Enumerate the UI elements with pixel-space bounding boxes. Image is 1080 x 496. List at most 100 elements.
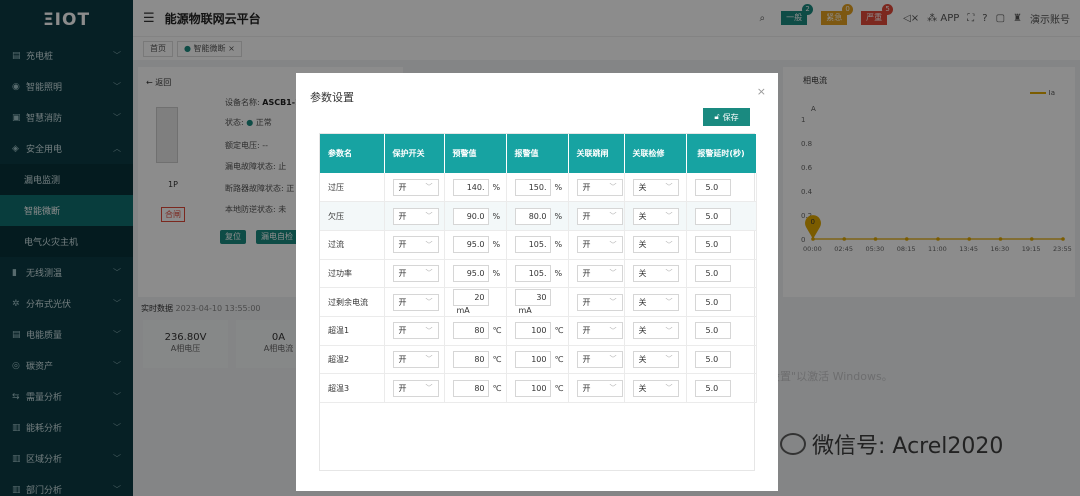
chevron-down-icon: ﹀	[609, 384, 617, 393]
param-name: 过流	[320, 230, 385, 260]
maintenance-select[interactable]: 关 ﹀	[632, 379, 679, 397]
table-row: 过压开 ﹀ 140.% 150.% 开 ﹀ 关 ﹀ 5.0	[320, 173, 757, 203]
protect-switch-select[interactable]: 开 ﹀	[392, 293, 439, 311]
alarm-unit: mA	[518, 306, 532, 316]
alarm-value-input[interactable]: 100	[514, 322, 551, 340]
warn-value-input[interactable]: 80	[452, 379, 489, 397]
trip-select[interactable]: 开 ﹀	[576, 350, 623, 368]
warn-unit: ℃	[492, 383, 502, 393]
warn-unit: mA	[456, 306, 470, 316]
select-value: 关	[638, 297, 647, 307]
warn-cell: 95.0%	[444, 259, 507, 289]
delay-input[interactable]: 5.0	[694, 236, 731, 254]
alarm-value-input[interactable]: 100	[514, 350, 551, 368]
save-label: 保存	[722, 112, 739, 122]
alarm-value-input[interactable]: 105.	[514, 236, 551, 254]
warn-cell: 140.%	[444, 173, 507, 203]
warn-value-input[interactable]: 80	[452, 350, 489, 368]
warn-value-input[interactable]: 90.0	[452, 207, 489, 225]
protect-switch-select[interactable]: 开 ﹀	[392, 207, 439, 225]
save-button[interactable]: 🔓︎ 保存	[703, 108, 750, 126]
alarm-unit: %	[554, 182, 563, 192]
chevron-down-icon: ﹀	[665, 326, 673, 335]
delay-input[interactable]: 5.0	[694, 379, 731, 397]
warn-cell: 80 ℃	[444, 373, 507, 403]
param-settings-modal: 参数设置 × 🔓︎ 保存 参数名 保护开关 预警值 报警值 关联跳闸 关联检修 报…	[296, 73, 778, 491]
switch-cell: 开 ﹀	[384, 259, 445, 289]
trip-select[interactable]: 开 ﹀	[576, 236, 623, 254]
trip-select[interactable]: 开 ﹀	[576, 322, 623, 340]
trip-select[interactable]: 开 ﹀	[576, 264, 623, 282]
chevron-down-icon: ﹀	[665, 183, 673, 192]
alarm-cell: 105.%	[506, 230, 569, 260]
chevron-down-icon: ﹀	[609, 298, 617, 307]
protect-switch-select[interactable]: 开 ﹀	[392, 178, 439, 196]
maintenance-select[interactable]: 关 ﹀	[632, 178, 679, 196]
chevron-down-icon: ﹀	[665, 384, 673, 393]
alarm-cell: 100 ℃	[506, 345, 569, 375]
col-header: 关联跳闸	[568, 134, 625, 173]
maintenance-select[interactable]: 关 ﹀	[632, 293, 679, 311]
trip-select[interactable]: 开 ﹀	[576, 293, 623, 311]
select-value: 开	[398, 326, 407, 336]
maintenance-select[interactable]: 关 ﹀	[632, 350, 679, 368]
delay-input[interactable]: 5.0	[694, 178, 731, 196]
delay-input[interactable]: 5.0	[694, 322, 731, 340]
chevron-down-icon: ﹀	[609, 240, 617, 249]
trip-select[interactable]: 开 ﹀	[576, 379, 623, 397]
table-row: 超温3 开 ﹀ 80 ℃ 100 ℃ 开 ﹀ 关 ﹀ 5.0	[320, 373, 757, 403]
switch-cell: 开 ﹀	[384, 230, 445, 260]
protect-switch-select[interactable]: 开 ﹀	[392, 264, 439, 282]
select-value: 开	[398, 383, 407, 393]
select-value: 关	[638, 354, 647, 364]
maintenance-select[interactable]: 关 ﹀	[632, 322, 679, 340]
protect-switch-select[interactable]: 开 ﹀	[392, 379, 439, 397]
warn-value-input[interactable]: 95.0	[452, 264, 489, 282]
alarm-value-input[interactable]: 80.0	[514, 207, 551, 225]
alarm-value-input[interactable]: 100	[514, 379, 551, 397]
delay-input[interactable]: 5.0	[694, 264, 731, 282]
table-row: 过流开 ﹀ 95.0% 105.% 开 ﹀ 关 ﹀ 5.0	[320, 230, 757, 260]
warn-unit: ℃	[492, 326, 502, 336]
delay-input[interactable]: 5.0	[694, 293, 731, 311]
trip-select[interactable]: 开 ﹀	[576, 178, 623, 196]
close-icon[interactable]: ×	[757, 85, 766, 98]
protect-switch-select[interactable]: 开 ﹀	[392, 350, 439, 368]
chevron-down-icon: ﹀	[609, 212, 617, 221]
alarm-unit: ℃	[554, 326, 564, 336]
warn-value-input[interactable]: 95.0	[452, 236, 489, 254]
maintenance-select[interactable]: 关 ﹀	[632, 236, 679, 254]
warn-value-input[interactable]: 20	[452, 289, 489, 307]
param-name: 超温3	[320, 373, 385, 403]
maintenance-select[interactable]: 关 ﹀	[632, 264, 679, 282]
alarm-cell: 150.%	[506, 173, 569, 203]
param-name: 超温1	[320, 316, 385, 346]
trip-cell: 开 ﹀	[568, 287, 625, 317]
alarm-cell: 100 ℃	[506, 316, 569, 346]
select-value: 开	[582, 326, 591, 336]
protect-switch-select[interactable]: 开 ﹀	[392, 322, 439, 340]
param-name: 超温2	[320, 345, 385, 375]
delay-input[interactable]: 5.0	[694, 350, 731, 368]
warn-value-input[interactable]: 80	[452, 322, 489, 340]
alarm-value-input[interactable]: 105.	[514, 264, 551, 282]
warn-value-input[interactable]: 140.	[452, 178, 489, 196]
alarm-value-input[interactable]: 30	[514, 289, 551, 307]
delay-cell: 5.0	[686, 230, 757, 260]
select-value: 开	[398, 268, 407, 278]
switch-cell: 开 ﹀	[384, 345, 445, 375]
switch-cell: 开 ﹀	[384, 201, 445, 231]
switch-cell: 开 ﹀	[384, 173, 445, 203]
table-header-row: 参数名 保护开关 预警值 报警值 关联跳闸 关联检修 报警延时(秒)	[320, 134, 757, 173]
select-value: 开	[398, 211, 407, 221]
warn-unit: %	[492, 211, 501, 221]
protect-switch-select[interactable]: 开 ﹀	[392, 236, 439, 254]
maintenance-select[interactable]: 关 ﹀	[632, 207, 679, 225]
chevron-down-icon: ﹀	[609, 355, 617, 364]
chevron-down-icon: ﹀	[425, 269, 433, 278]
delay-input[interactable]: 5.0	[694, 207, 731, 225]
warn-cell: 80 ℃	[444, 316, 507, 346]
trip-select[interactable]: 开 ﹀	[576, 207, 623, 225]
warn-cell: 80 ℃	[444, 345, 507, 375]
alarm-value-input[interactable]: 150.	[514, 178, 551, 196]
